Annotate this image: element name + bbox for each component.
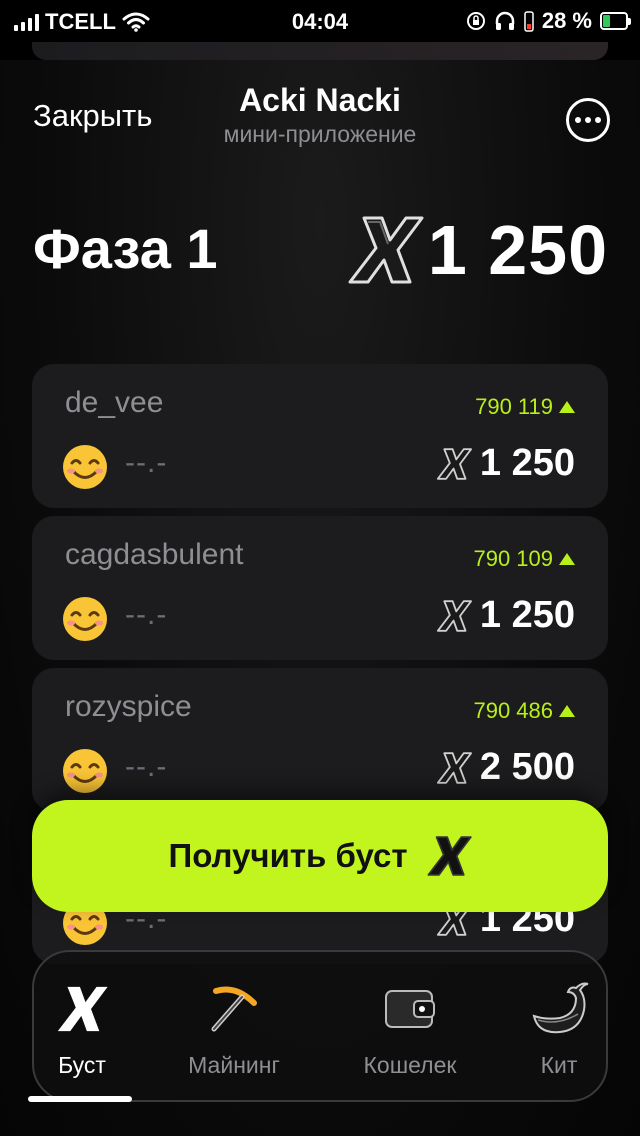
list-item[interactable]: rozyspice 790 486 --.- 2 500 xyxy=(32,668,608,812)
username: cagdasbulent xyxy=(65,538,244,571)
smiling-face-icon xyxy=(63,597,107,641)
headphones-icon xyxy=(495,11,515,30)
list-item[interactable]: cagdasbulent 790 109 --.- 1 250 xyxy=(32,516,608,660)
phase-amount: 1 250 xyxy=(346,210,608,290)
x-logo-icon xyxy=(426,836,472,876)
title-block: Acki Nacki мини-приложение xyxy=(0,82,640,148)
reward: 2 500 xyxy=(436,746,575,789)
home-indicator xyxy=(28,1096,132,1102)
score: 790 109 xyxy=(473,546,575,572)
tab-bar: Буст Майнинг Кошелек Кит xyxy=(32,950,608,1102)
mini-app: Закрыть Acki Nacki мини-приложение Фаза … xyxy=(0,60,640,1136)
score-value: 790 109 xyxy=(473,546,553,571)
reward-value: 2 500 xyxy=(479,746,575,788)
whale-icon xyxy=(532,982,589,1034)
score-value: 790 119 xyxy=(475,394,553,419)
tab-mining-label: Майнинг xyxy=(188,1052,280,1078)
tab-wallet[interactable]: Кошелек xyxy=(340,952,480,1100)
tab-mining[interactable]: Майнинг xyxy=(164,952,304,1100)
score-value: 790 486 xyxy=(473,698,553,723)
tab-wallet-label: Кошелек xyxy=(363,1052,457,1078)
reward: 1 250 xyxy=(436,442,575,485)
status-bar: TCELL 04:04 28 % xyxy=(0,0,640,42)
placeholder-value: --.- xyxy=(125,446,168,479)
app-title: Acki Nacki xyxy=(239,82,401,118)
smiling-face-icon xyxy=(63,445,107,489)
wallet-icon xyxy=(385,990,435,1028)
reward-value: 1 250 xyxy=(479,442,575,484)
tab-boost-label: Буст xyxy=(58,1052,106,1078)
score: 790 486 xyxy=(473,698,575,724)
tab-whale[interactable]: Кит xyxy=(489,952,629,1100)
x-logo-icon xyxy=(436,599,472,632)
phase-row: Фаза 1 1 250 xyxy=(33,210,608,290)
list-item[interactable]: de_vee 790 119 --.- 1 250 xyxy=(32,364,608,508)
x-logo-icon xyxy=(436,751,472,784)
x-logo-icon xyxy=(57,986,108,1032)
get-boost-label: Получить буст xyxy=(168,837,408,874)
tab-whale-label: Кит xyxy=(540,1052,578,1078)
arrow-up-icon xyxy=(559,705,575,717)
sheet-backdrop xyxy=(32,42,608,60)
pickaxe-icon xyxy=(211,986,257,1032)
status-right: 28 % xyxy=(466,8,631,34)
orientation-lock-icon xyxy=(466,12,485,30)
placeholder-value: --.- xyxy=(125,598,168,631)
phase-title: Фаза 1 xyxy=(33,217,218,280)
more-button[interactable] xyxy=(566,98,610,142)
reward: 1 250 xyxy=(436,594,575,637)
arrow-up-icon xyxy=(559,553,575,565)
x-logo-icon xyxy=(348,216,424,284)
app-subtitle: мини-приложение xyxy=(223,121,417,147)
more-icon xyxy=(575,117,601,123)
score: 790 119 xyxy=(475,394,575,420)
arrow-up-icon xyxy=(559,401,575,413)
username: rozyspice xyxy=(65,690,192,723)
battery-low-icon xyxy=(524,11,534,32)
reward-value: 1 250 xyxy=(479,594,575,636)
battery-percent: 28 % xyxy=(541,8,592,33)
get-boost-button[interactable]: Получить буст xyxy=(32,800,608,912)
battery-icon xyxy=(600,12,631,30)
smiling-face-icon xyxy=(63,749,107,793)
phase-amount-value: 1 250 xyxy=(427,211,608,289)
tab-boost[interactable]: Буст xyxy=(12,952,152,1100)
username: de_vee xyxy=(65,386,164,419)
header: Закрыть Acki Nacki мини-приложение xyxy=(0,60,640,180)
x-logo-icon xyxy=(436,447,472,480)
placeholder-value: --.- xyxy=(125,750,168,783)
